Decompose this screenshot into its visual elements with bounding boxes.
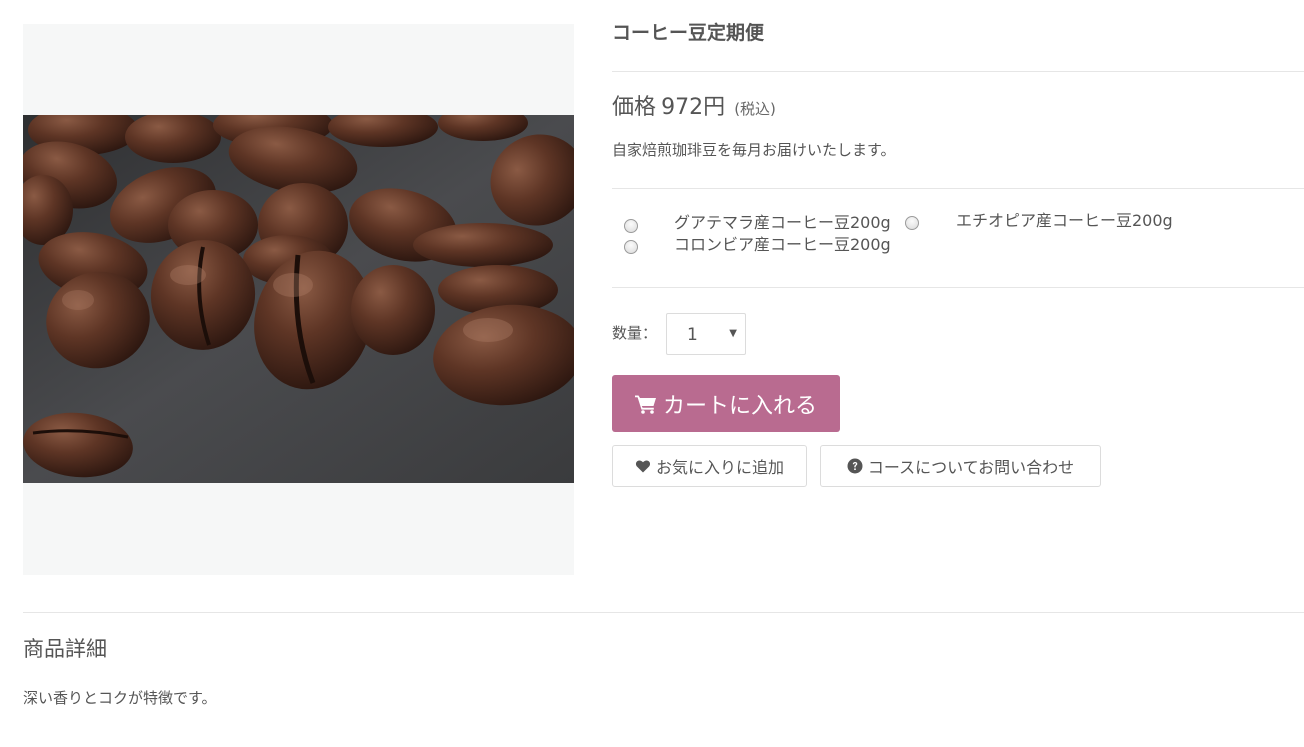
description-divider <box>612 188 1304 189</box>
course-inquiry-label: コースについてお問い合わせ <box>867 458 1075 477</box>
option-label-ethiopia[interactable]: エチオピア産コーヒー豆200g <box>956 210 1173 232</box>
product-description: 自家焙煎珈琲豆を毎月お届けいたします。 <box>612 141 896 159</box>
price-tax-note: (税込) <box>734 100 776 118</box>
options-divider <box>612 287 1304 288</box>
add-to-cart-button[interactable]: カートに入れる <box>612 375 840 432</box>
option-radio-colombia[interactable] <box>624 240 638 254</box>
price-row: 価格 972円 (税込) <box>612 92 776 125</box>
heart-icon <box>635 460 651 473</box>
shopping-cart-icon <box>634 395 656 414</box>
chevron-down-icon: ▼ <box>729 328 737 339</box>
quantity-value: 1 <box>687 325 698 345</box>
details-divider <box>23 612 1304 613</box>
option-radio-ethiopia[interactable] <box>905 216 919 230</box>
details-text: 深い香りとコクが特徴です。 <box>23 689 217 707</box>
add-favorite-label: お気に入りに追加 <box>655 458 784 477</box>
radio-circle[interactable] <box>624 219 638 233</box>
add-favorite-button[interactable]: お気に入りに追加 <box>612 445 807 487</box>
radio-circle[interactable] <box>905 216 919 230</box>
price-label: 価格 <box>612 95 657 120</box>
quantity-select[interactable]: 1 ▼ <box>666 313 746 355</box>
option-label-colombia[interactable]: コロンビア産コーヒー豆200g <box>674 234 891 256</box>
product-photo[interactable] <box>23 115 574 483</box>
product-title: コーヒー豆定期便 <box>612 22 765 44</box>
option-label-guatemala[interactable]: グアテマラ産コーヒー豆200g <box>674 212 891 234</box>
price-value: 972円 <box>661 95 726 120</box>
add-to-cart-label: カートに入れる <box>662 393 817 419</box>
details-heading: 商品詳細 <box>23 637 107 661</box>
product-page: コーヒー豆定期便 価格 972円 (税込) 自家焙煎珈琲豆を毎月お届けいたします… <box>0 0 1304 747</box>
question-circle-icon <box>847 458 863 474</box>
option-radio-guatemala[interactable] <box>624 219 638 233</box>
title-divider <box>612 71 1304 72</box>
course-inquiry-button[interactable]: コースについてお問い合わせ <box>820 445 1101 487</box>
quantity-label: 数量： <box>612 324 658 342</box>
radio-circle[interactable] <box>624 240 638 254</box>
product-image-frame <box>23 24 574 575</box>
